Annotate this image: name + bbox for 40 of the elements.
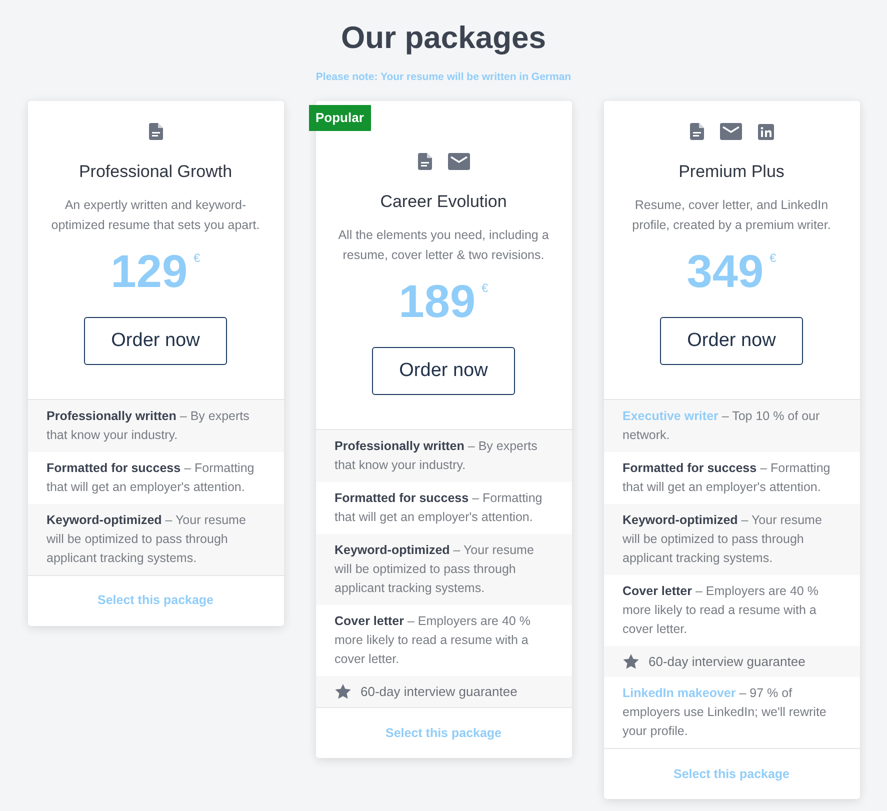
feature-text: Keyword-optimized – Your resume will be optimized to pass through applicant tracking systems. — [622, 512, 823, 567]
order-button[interactable]: Order now — [372, 346, 515, 395]
star-icon — [622, 654, 638, 669]
linkedin-icon — [758, 124, 774, 140]
feature-text: LinkedIn makeover – 97 % of employers use LinkedIn; we'll rewrite your profile. — [622, 685, 828, 740]
package-description: Resume, cover letter, and LinkedIn profile, created by a premium writer. — [631, 196, 832, 234]
currency: € — [482, 280, 488, 297]
package-name: Career Evolution — [380, 190, 507, 213]
feature-text: Executive writer – Top 10 % of our network. — [622, 408, 821, 444]
feature-text: Professionally written – By experts that know your industry. — [46, 408, 250, 444]
feature-text: Formatted for success – Formatting that will get an employer's attention. — [334, 490, 544, 526]
document-icon — [690, 123, 704, 140]
price: 349 — [686, 244, 764, 297]
feature-text: Formatted for success – Formatting that will get an employer's attention. — [46, 460, 256, 496]
document-icon — [148, 123, 162, 140]
guarantee-text: 60-day interview guarantee — [648, 652, 806, 671]
guarantee-text: 60-day interview guarantee — [360, 682, 518, 701]
popular-badge: Popular — [308, 104, 371, 131]
language-note: Please note: Your resume will be written in German — [316, 70, 572, 85]
page-title: Our packages — [340, 19, 546, 57]
package-description: An expertly written and keyword-optimized resume that sets you apart. — [50, 196, 261, 234]
package-name: Professional Growth — [78, 160, 232, 183]
currency: € — [770, 250, 776, 267]
document-icon — [418, 153, 432, 170]
feature-text: Formatted for success – Formatting that will get an employer's attention. — [622, 460, 832, 496]
price: 189 — [398, 274, 476, 327]
feature-text: Keyword-optimized – Your resume will be optimized to pass through applicant tracking systems. — [46, 512, 247, 567]
price: 129 — [110, 244, 188, 297]
star-icon — [334, 684, 350, 699]
package-name: Premium Plus — [678, 160, 784, 183]
feature-text: Cover letter – Employers are 40 % more likely to read a resume with a cover letter. — [334, 612, 532, 668]
feature-text: Professionally written – By experts that know your industry. — [334, 438, 538, 474]
mail-icon — [448, 153, 470, 170]
mail-icon — [720, 123, 742, 140]
currency: € — [194, 250, 200, 267]
package-description: All the elements you need, including a resume, cover letter & two revisions. — [337, 226, 550, 264]
order-button[interactable]: Order now — [660, 316, 803, 365]
order-button[interactable]: Order now — [84, 316, 227, 365]
feature-text: Keyword-optimized – Your resume will be optimized to pass through applicant tracking systems. — [334, 542, 535, 597]
feature-text: Cover letter – Employers are 40 % more likely to read a resume with a cover letter. — [622, 582, 820, 638]
